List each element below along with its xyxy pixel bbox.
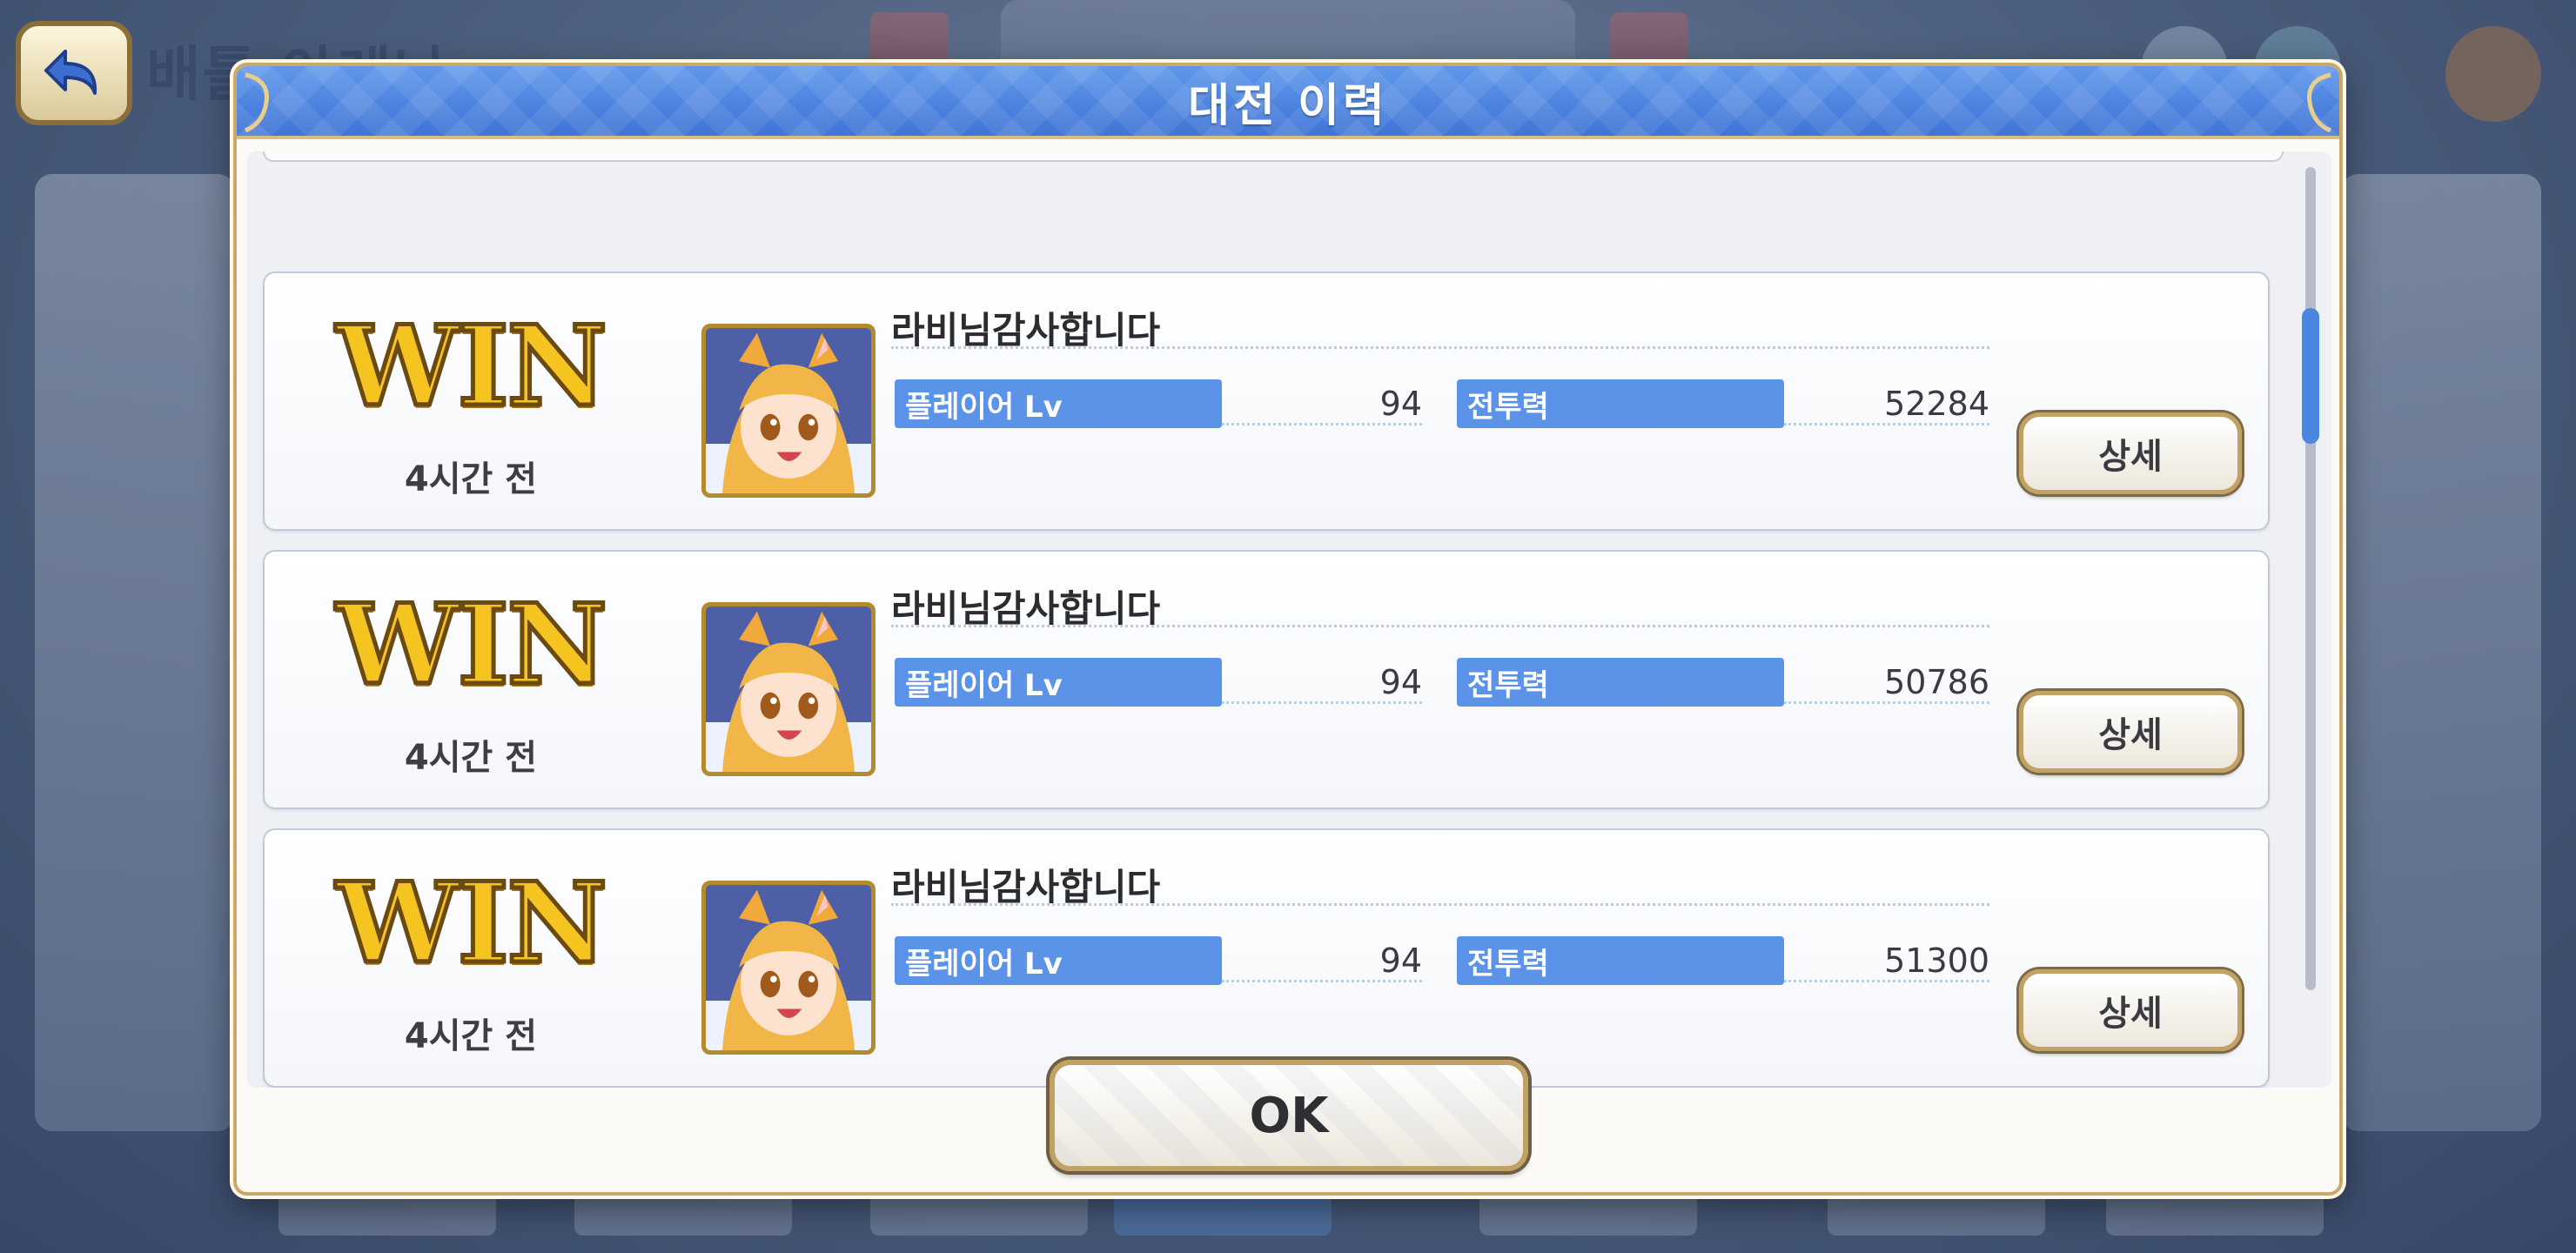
time-ago: 4시간 전 <box>404 1016 538 1056</box>
list-scrollbar[interactable] <box>2302 167 2319 990</box>
combat-power-label: 전투력 <box>1457 658 1784 707</box>
level-underline <box>1222 423 1422 425</box>
dialog-header: 대전 이력 <box>237 66 2339 139</box>
opponent-avatar <box>701 324 875 498</box>
player-level-value: 94 <box>1379 385 1422 423</box>
detail-button[interactable]: 상세 <box>2019 691 2242 773</box>
win-result-label: WIN <box>334 300 610 433</box>
corner-ornament-icon <box>244 72 269 133</box>
combat-power-value: 51300 <box>1884 941 1989 980</box>
combat-power-value: 50786 <box>1884 663 1989 701</box>
dialog-title: 대전 이력 <box>1188 79 1388 132</box>
name-underline <box>891 903 1989 906</box>
record-card: WIN 4시간 전 라비님 <box>263 550 2270 809</box>
detail-button[interactable]: 상세 <box>2019 412 2242 494</box>
battle-history-dialog: 대전 이력 WIN 4시간 전 라비님감사합니다 플레이어 Lv 94 전투력 … <box>233 63 2343 1196</box>
combat-power-value: 52284 <box>1884 385 1989 423</box>
corner-ornament-icon <box>2307 72 2332 133</box>
win-result-label: WIN <box>334 857 610 990</box>
name-underline <box>891 625 1989 627</box>
opponent-avatar <box>701 602 875 776</box>
win-result-label: WIN <box>334 579 610 712</box>
back-button[interactable] <box>16 21 132 125</box>
record-card: WIN 4시간 전 라비님 <box>263 271 2270 531</box>
time-ago: 4시간 전 <box>404 459 538 499</box>
power-underline <box>1784 423 1989 425</box>
ok-button[interactable]: OK <box>1050 1060 1528 1171</box>
player-level-label: 플레이어 Lv <box>895 658 1222 707</box>
scrollbar-thumb[interactable] <box>2302 308 2319 444</box>
opponent-avatar <box>701 881 875 1055</box>
power-underline <box>1784 701 1989 704</box>
character-portrait-icon <box>706 328 871 493</box>
name-underline <box>891 346 1989 349</box>
record-card-partial <box>263 151 2284 162</box>
back-arrow-icon <box>44 50 97 95</box>
player-level-value: 94 <box>1379 663 1422 701</box>
combat-power-label: 전투력 <box>1457 936 1784 985</box>
record-list[interactable]: WIN 4시간 전 라비님감사합니다 플레이어 Lv 94 전투력 52284 … <box>247 151 2331 1088</box>
combat-power-label: 전투력 <box>1457 379 1784 428</box>
level-underline <box>1222 980 1422 982</box>
power-underline <box>1784 980 1989 982</box>
detail-button[interactable]: 상세 <box>2019 969 2242 1051</box>
player-level-label: 플레이어 Lv <box>895 379 1222 428</box>
character-portrait-icon <box>706 606 871 772</box>
player-level-label: 플레이어 Lv <box>895 936 1222 985</box>
player-level-value: 94 <box>1379 941 1422 980</box>
record-card: WIN 4시간 전 라비님 <box>263 828 2270 1088</box>
time-ago: 4시간 전 <box>404 738 538 778</box>
level-underline <box>1222 701 1422 704</box>
character-portrait-icon <box>706 885 871 1050</box>
